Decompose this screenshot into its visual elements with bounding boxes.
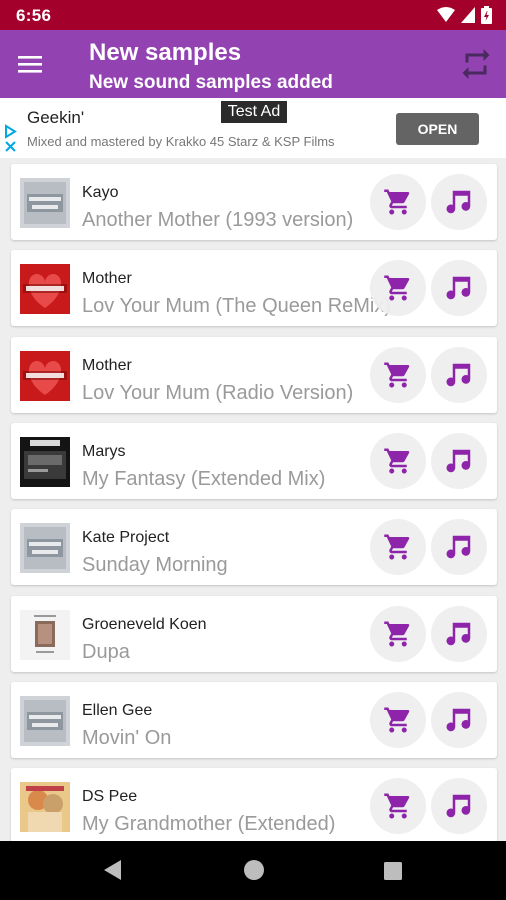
shopping-cart-icon [384,534,410,560]
album-artwork [20,523,70,574]
menu-button[interactable] [18,50,52,80]
music-note-icon [446,449,471,473]
music-note-icon [446,277,471,300]
music-note-icon [446,622,471,645]
buy-button[interactable] [370,778,426,835]
album-artwork [20,350,70,401]
play-sample-button[interactable] [431,174,487,230]
status-time: 6:56 [16,6,52,25]
play-sample-button[interactable] [431,519,487,576]
album-artwork [20,609,70,660]
adchoices-icon[interactable] [4,124,18,154]
sample-card[interactable]: Mother Lov Your Mum (The Queen ReMix) [11,250,497,327]
recents-icon[interactable] [384,862,402,880]
play-sample-button[interactable] [431,691,487,748]
refresh-button[interactable] [458,46,494,82]
sample-track: Dupa [82,640,130,663]
sample-artist: Ellen Gee [82,701,153,719]
music-note-icon [446,363,471,386]
page-subtitle: New sound samples added [89,72,333,93]
ad-title[interactable]: Geekin' [27,108,84,128]
music-note-icon [446,190,471,214]
sample-track: My Fantasy (Extended Mix) [82,467,326,490]
sample-track: Sunday Morning [82,554,228,577]
signal-icon [461,7,475,23]
sample-track: Lov Your Mum (Radio Version) [82,381,354,404]
status-icons [437,5,492,25]
sample-artist: Kate Project [82,529,170,547]
buy-button[interactable] [370,605,426,662]
sample-artist: Marys [82,442,126,460]
battery-icon [481,6,492,24]
buy-button[interactable] [370,260,426,317]
ad-description[interactable]: Mixed and mastered by Krakko 45 Starz & … [27,134,335,149]
sample-card[interactable]: Kate Project Sunday Morning [11,509,497,586]
sample-track: My Grandmother (Extended) [82,813,336,836]
album-artwork [20,782,70,833]
shopping-cart-icon [384,448,410,474]
shopping-cart-icon [384,275,410,301]
shopping-cart-icon [384,621,410,646]
sample-card[interactable]: Mother Lov Your Mum (Radio Version) [11,336,497,413]
buy-button[interactable] [370,174,426,230]
play-sample-button[interactable] [431,260,487,317]
sample-artist: DS Pee [82,788,138,806]
album-artwork [20,264,70,315]
sample-artist: Kayo [82,184,119,201]
album-artwork [20,436,70,487]
test-ad-badge: Test Ad [221,101,287,123]
shopping-cart-icon [384,707,410,733]
sample-card[interactable]: Kayo Another Mother (1993 version) [11,164,497,240]
page-title: New samples [89,39,242,66]
sample-artist: Mother [82,356,132,374]
home-icon[interactable] [243,859,265,881]
album-artwork [20,178,70,228]
play-sample-button[interactable] [431,432,487,489]
buy-button[interactable] [370,691,426,748]
music-note-icon [446,708,471,732]
shopping-cart-icon [384,362,410,388]
app-bar: New samples New sound samples added [0,30,506,98]
shopping-cart-icon [384,189,410,215]
album-artwork [20,695,70,746]
ad-open-button[interactable]: OPEN [396,113,479,145]
sample-card[interactable]: Ellen Gee Movin' On [11,681,497,758]
sample-track: Lov Your Mum (The Queen ReMix) [82,295,392,318]
back-icon[interactable] [101,859,123,881]
sample-artist: Groeneveld Koen [82,615,207,633]
sample-list[interactable]: Kayo Another Mother (1993 version) Mother L… [0,158,506,841]
shopping-cart-icon [384,793,410,819]
buy-button[interactable] [370,432,426,489]
wifi-icon [437,7,455,22]
buy-button[interactable] [370,346,426,403]
music-note-icon [446,794,471,818]
play-sample-button[interactable] [431,605,487,662]
sample-card[interactable]: Marys My Fantasy (Extended Mix) [11,422,497,499]
sample-track: Movin' On [82,726,172,749]
play-sample-button[interactable] [431,346,487,403]
sample-card[interactable]: DS Pee My Grandmother (Extended) [11,768,497,841]
navigation-bar [0,841,506,900]
status-bar: 6:56 [0,0,506,30]
play-sample-button[interactable] [431,778,487,835]
sample-card[interactable]: Groeneveld Koen Dupa [11,595,497,672]
menu-icon [18,56,42,73]
sample-track: Another Mother (1993 version) [82,209,354,231]
buy-button[interactable] [370,519,426,576]
repeat-icon [462,49,490,79]
music-note-icon [446,535,471,559]
sample-artist: Mother [82,270,132,288]
